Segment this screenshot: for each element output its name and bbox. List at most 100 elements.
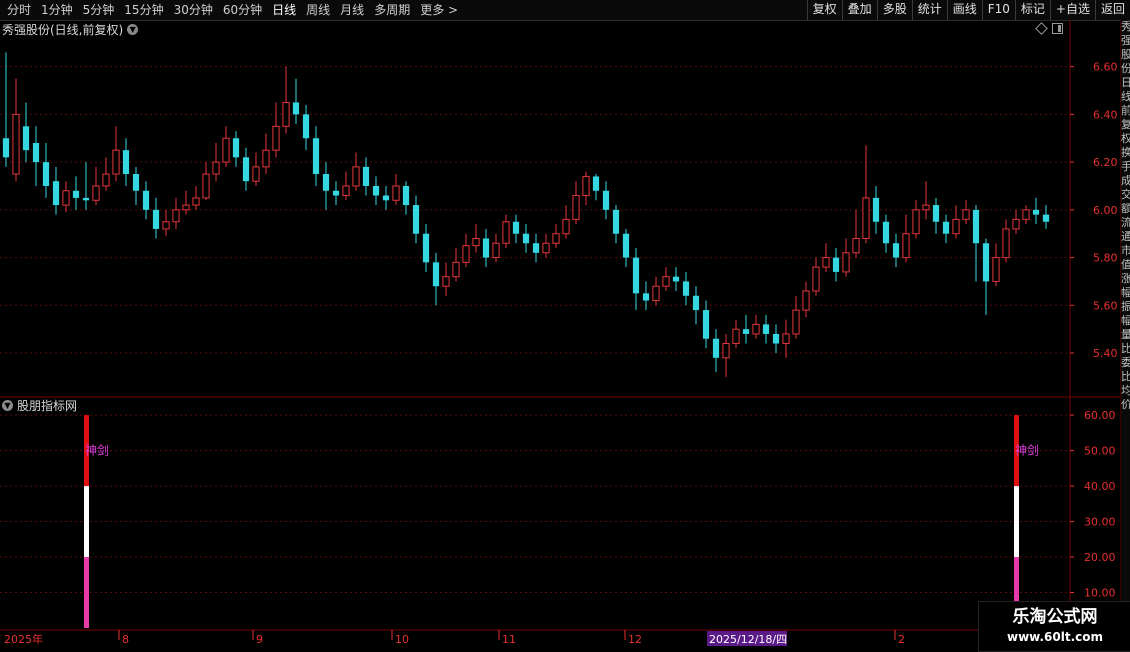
candle-body-up — [192, 197, 200, 206]
right-strip-text: 秀强股份日线前复权换手成交额流通市值涨幅振幅量比委比均价 — [1121, 20, 1130, 411]
candle-body-up — [842, 252, 850, 273]
tab-period-9[interactable]: 多周期 — [369, 0, 415, 20]
candle-body-up — [12, 113, 20, 175]
tab-period-5[interactable]: 60分钟 — [218, 0, 267, 20]
panel-toggle-icon[interactable] — [1052, 23, 1063, 34]
candle-body-down — [422, 233, 430, 263]
right-info-strip: 秀强股份日线前复权换手成交额流通市值涨幅振幅量比委比均价 — [1120, 20, 1130, 630]
period-tabs: 分时 1分钟 5分钟 15分钟 30分钟 60分钟 日线 周线 月线 多周期 更多 > — [2, 0, 463, 20]
candle-body-up — [912, 209, 920, 235]
candle-body-up — [542, 242, 550, 254]
indicator-tick-label: 30.00 — [1084, 516, 1116, 529]
candle-body-down — [142, 190, 150, 210]
candle-body-down — [482, 238, 490, 258]
price-tick-label: 6.20 — [1093, 156, 1118, 169]
toolbar-button-6[interactable]: 标记 — [1014, 0, 1050, 20]
candle-body-down — [72, 190, 80, 198]
candle-body-down — [672, 276, 680, 282]
candle-body-down — [2, 138, 10, 158]
price-tick-label: 5.40 — [1093, 347, 1118, 360]
toolbar-button-2[interactable]: 多股 — [876, 0, 912, 20]
diamond-icon[interactable] — [1035, 22, 1048, 35]
toolbar-button-1[interactable]: 叠加 — [841, 0, 877, 20]
candle-body-down — [632, 257, 640, 294]
signal-bar-segment — [1014, 486, 1019, 558]
candle-body-down — [892, 243, 900, 258]
price-tick-label: 6.40 — [1093, 108, 1118, 121]
signal-bar-segment — [84, 557, 89, 628]
candle-body-up — [222, 137, 230, 163]
candle-body-up — [452, 261, 460, 278]
candle-body-up — [342, 185, 350, 197]
candle-body-up — [92, 185, 100, 201]
candle-body-up — [822, 257, 830, 268]
candle-body-up — [922, 204, 930, 211]
candle-body-down — [522, 233, 530, 244]
candle-body-up — [262, 149, 270, 168]
toolbar-button-0[interactable]: 复权 — [806, 0, 842, 20]
chevron-down-icon[interactable]: ▼ — [2, 399, 13, 411]
price-tick-label: 6.00 — [1093, 204, 1118, 217]
candle-body-up — [282, 101, 290, 127]
candle-body-down — [232, 138, 240, 158]
date-label: 8 — [122, 633, 129, 646]
candle-body-up — [442, 276, 450, 287]
candle-body-down — [592, 176, 600, 191]
sub-panel-title: 股朋指标网 — [17, 398, 78, 413]
candle-body-down — [402, 185, 410, 206]
tab-period-3[interactable]: 15分钟 — [119, 0, 168, 20]
kline-chart-area[interactable]: 6.60 6.40 6.20 6.00 5.80 5.60 5.40 60.00 50.00 40… — [0, 20, 1120, 650]
indicator-tick-label: 50.00 — [1084, 445, 1116, 458]
chevron-down-icon[interactable]: ▼ — [127, 23, 139, 35]
date-label: 12 — [628, 633, 642, 646]
candle-body-down — [622, 233, 630, 258]
candle-body-up — [902, 233, 910, 259]
candle-body-down — [882, 221, 890, 244]
candle-body-up — [992, 257, 1000, 282]
candle-body-up — [492, 242, 500, 259]
candle-body-up — [352, 166, 360, 187]
panel-window-controls — [1035, 22, 1063, 35]
more-menu-button[interactable]: 更多 > — [415, 0, 463, 20]
candle-body-down — [132, 174, 140, 191]
tab-period-7[interactable]: 周线 — [301, 0, 335, 20]
candle-body-down — [122, 150, 130, 175]
tab-period-6[interactable]: 日线 — [267, 0, 301, 20]
candle-body-up — [562, 218, 570, 235]
candle-body-up — [202, 173, 210, 199]
price-tick-label: 5.80 — [1093, 252, 1118, 265]
candle-body-down — [1042, 214, 1050, 222]
candle-body-down — [932, 205, 940, 222]
date-label: 9 — [256, 633, 263, 646]
toolbar-button-4[interactable]: 画线 — [946, 0, 982, 20]
candle-body-up — [952, 218, 960, 235]
tab-period-0[interactable]: 分时 — [2, 0, 36, 20]
candle-body-down — [292, 102, 300, 115]
candle-body-down — [872, 197, 880, 222]
tab-period-1[interactable]: 1分钟 — [36, 0, 78, 20]
indicator-tick-label: 60.00 — [1084, 409, 1116, 422]
candle-body-down — [972, 209, 980, 244]
candle-body-up — [802, 290, 810, 311]
candle-body-down — [762, 324, 770, 334]
signal-label: 神剑 — [85, 443, 109, 458]
candle-body-up — [862, 197, 870, 239]
candle-body-up — [392, 185, 400, 201]
action-buttons: 复权 叠加 多股 统计 画线 F10 标记 +自选 返回 — [806, 0, 1130, 20]
toolbar-button-7[interactable]: +自选 — [1049, 0, 1095, 20]
tab-period-2[interactable]: 5分钟 — [78, 0, 120, 20]
candle-body-down — [242, 157, 250, 182]
candle-body-down — [692, 295, 700, 311]
toolbar-button-3[interactable]: 统计 — [911, 0, 947, 20]
candle-body-up — [572, 195, 580, 220]
candle-body-up — [722, 342, 730, 359]
toolbar-button-8[interactable]: 返回 — [1094, 0, 1130, 20]
candle-body-up — [652, 285, 660, 302]
tab-period-4[interactable]: 30分钟 — [169, 0, 218, 20]
candle-body-up — [162, 221, 170, 230]
tab-period-8[interactable]: 月线 — [335, 0, 369, 20]
date-label: 10 — [395, 633, 409, 646]
toolbar-button-5[interactable]: F10 — [981, 0, 1015, 20]
candle-body-up — [472, 237, 480, 247]
candle-body-down — [612, 209, 620, 234]
